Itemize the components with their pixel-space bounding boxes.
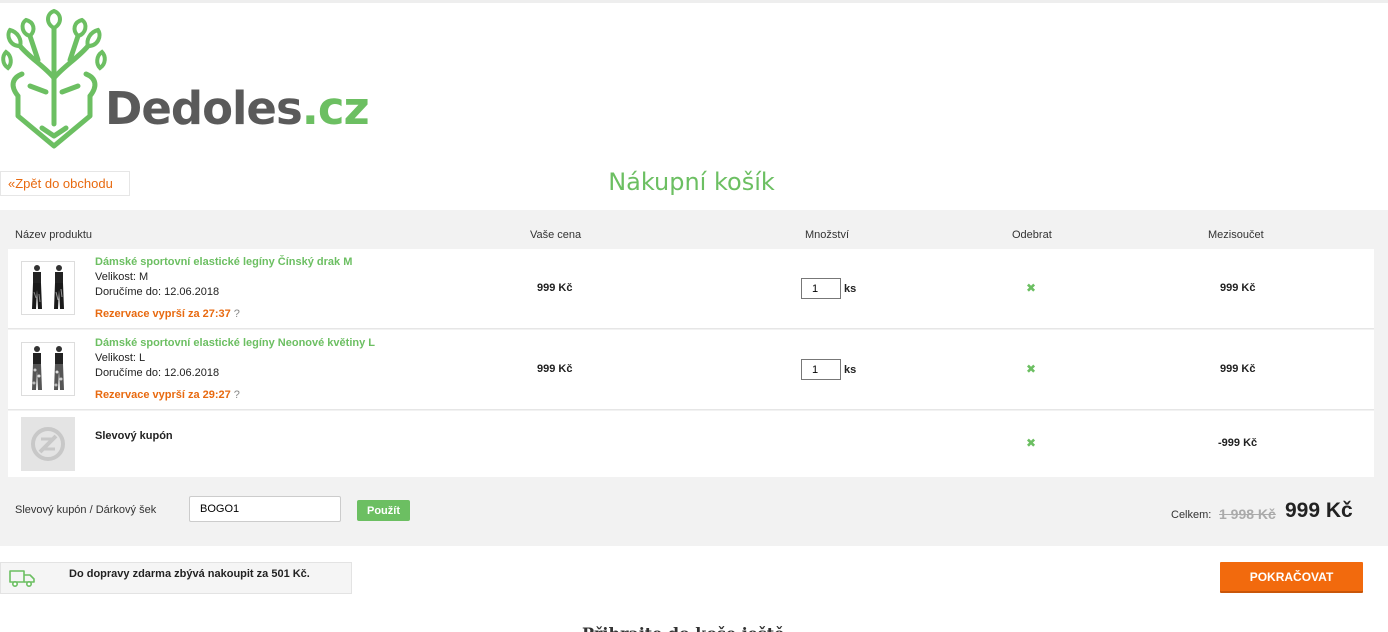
reservation-timer: Rezervace vyprší za 27:37? — [95, 308, 240, 320]
item-subtotal: 999 Kč — [1220, 363, 1256, 375]
apply-coupon-button[interactable]: Použít — [357, 500, 410, 521]
original-total: 1 998 Kč — [1219, 506, 1276, 522]
quantity-unit: ks — [844, 364, 857, 376]
cart-item-row: Dámské sportovní elastické legíny Čínský… — [8, 249, 1374, 329]
item-price: 999 Kč — [537, 363, 573, 375]
product-name-link[interactable]: Dámské sportovní elastické legíny Čínský… — [95, 256, 352, 268]
delivery-truck-icon — [9, 570, 35, 588]
coupon-field-label: Slevový kupón / Dárkový šek — [15, 504, 157, 516]
coupon-input[interactable] — [189, 496, 341, 522]
coupon-name: Slevový kupón — [95, 430, 173, 442]
column-header-price: Vaše cena — [530, 229, 582, 241]
remove-item-icon[interactable]: ✖ — [1026, 281, 1036, 295]
top-border — [0, 0, 1388, 3]
leggings-image-icon — [32, 265, 64, 309]
final-total: 999 Kč — [1285, 499, 1353, 522]
product-thumbnail[interactable] — [21, 342, 75, 396]
coupon-thumbnail — [21, 417, 75, 471]
coupon-row: Slevový kupón ✖ -999 Kč — [8, 411, 1374, 477]
dedoles-logo[interactable]: Dedoles.cz — [0, 8, 370, 153]
recommendations-title: Přihrajte do koše ještě... — [0, 624, 1383, 632]
column-header-product: Název produktu — [15, 229, 93, 241]
item-subtotal: 999 Kč — [1220, 282, 1256, 294]
leggings-image-icon — [32, 346, 64, 390]
column-header-remove: Odebrat — [1012, 229, 1052, 241]
quantity-input[interactable] — [801, 278, 841, 299]
continue-button[interactable]: POKRAČOVAT — [1220, 562, 1363, 591]
no-image-icon — [31, 427, 65, 461]
coupon-subtotal: -999 Kč — [1218, 437, 1258, 449]
quantity-input[interactable] — [801, 359, 841, 380]
remove-coupon-icon[interactable]: ✖ — [1026, 436, 1036, 450]
page-title: Nákupní košík — [608, 168, 775, 196]
item-price: 999 Kč — [537, 282, 573, 294]
product-thumbnail[interactable] — [21, 261, 75, 315]
quantity-unit: ks — [844, 283, 857, 295]
tree-face-logo-icon — [1, 8, 107, 149]
reservation-timer: Rezervace vyprší za 29:27? — [95, 389, 240, 401]
product-size: Velikost: L — [95, 352, 146, 364]
column-header-quantity: Množství — [805, 229, 850, 241]
logo-wordmark: Dedoles.cz — [105, 82, 370, 135]
delivery-date: Doručíme do: 12.06.2018 — [95, 286, 220, 298]
remove-item-icon[interactable]: ✖ — [1026, 362, 1036, 376]
product-size: Velikost: M — [95, 271, 149, 283]
total-label: Celkem: — [1171, 509, 1212, 521]
free-shipping-notice: Do dopravy zdarma zbývá nakoupit za 501 … — [0, 562, 352, 594]
free-shipping-text: Do dopravy zdarma zbývá nakoupit za 501 … — [69, 568, 310, 580]
help-icon[interactable]: ? — [234, 308, 240, 320]
delivery-date: Doručíme do: 12.06.2018 — [95, 367, 220, 379]
column-header-subtotal: Mezisoučet — [1208, 229, 1264, 241]
help-icon[interactable]: ? — [234, 389, 240, 401]
cart-item-row: Dámské sportovní elastické legíny Neonov… — [8, 330, 1374, 410]
product-name-link[interactable]: Dámské sportovní elastické legíny Neonov… — [95, 337, 375, 349]
